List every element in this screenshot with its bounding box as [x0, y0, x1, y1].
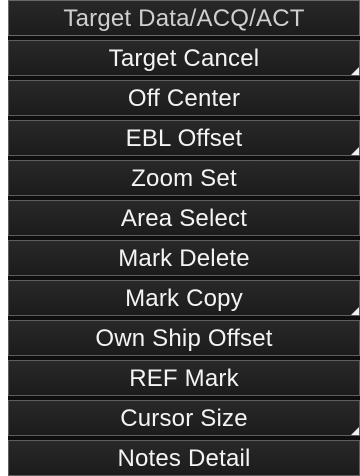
- menu-item-label: Mark Delete: [118, 245, 250, 272]
- menu-item-mark-delete[interactable]: Mark Delete: [8, 240, 360, 276]
- submenu-corner-icon: [351, 147, 359, 155]
- submenu-corner-icon: [351, 307, 359, 315]
- menu-item-label: Notes Detail: [117, 445, 251, 472]
- submenu-corner-icon: [351, 427, 359, 435]
- menu-item-label: Target Data/ACQ/ACT: [63, 5, 305, 32]
- menu-item-label: Target Cancel: [108, 45, 260, 72]
- menu-item-label: Mark Copy: [125, 285, 243, 312]
- menu-item-zoom-set[interactable]: Zoom Set: [8, 160, 360, 196]
- menu-item-label: Own Ship Offset: [95, 325, 273, 352]
- cursor-function-menu: Target Data/ACQ/ACT Target Cancel Off Ce…: [8, 0, 360, 476]
- menu-item-area-select[interactable]: Area Select: [8, 200, 360, 236]
- menu-item-target-cancel[interactable]: Target Cancel: [8, 40, 360, 76]
- menu-item-label: EBL Offset: [125, 125, 243, 152]
- menu-item-label: Zoom Set: [131, 165, 237, 192]
- menu-item-label: Area Select: [120, 205, 248, 232]
- menu-item-label: REF Mark: [129, 365, 239, 392]
- menu-item-label: Cursor Size: [120, 405, 248, 432]
- menu-item-mark-copy[interactable]: Mark Copy: [8, 280, 360, 316]
- menu-item-label: Off Center: [127, 85, 241, 112]
- menu-item-cursor-size[interactable]: Cursor Size: [8, 400, 360, 436]
- menu-item-own-ship-offset[interactable]: Own Ship Offset: [8, 320, 360, 356]
- menu-item-notes-detail[interactable]: Notes Detail: [8, 440, 360, 476]
- submenu-corner-icon: [351, 67, 359, 75]
- menu-item-ref-mark[interactable]: REF Mark: [8, 360, 360, 396]
- menu-item-off-center[interactable]: Off Center: [8, 80, 360, 116]
- menu-item-target-data-acq-act[interactable]: Target Data/ACQ/ACT: [8, 0, 360, 36]
- menu-item-ebl-offset[interactable]: EBL Offset: [8, 120, 360, 156]
